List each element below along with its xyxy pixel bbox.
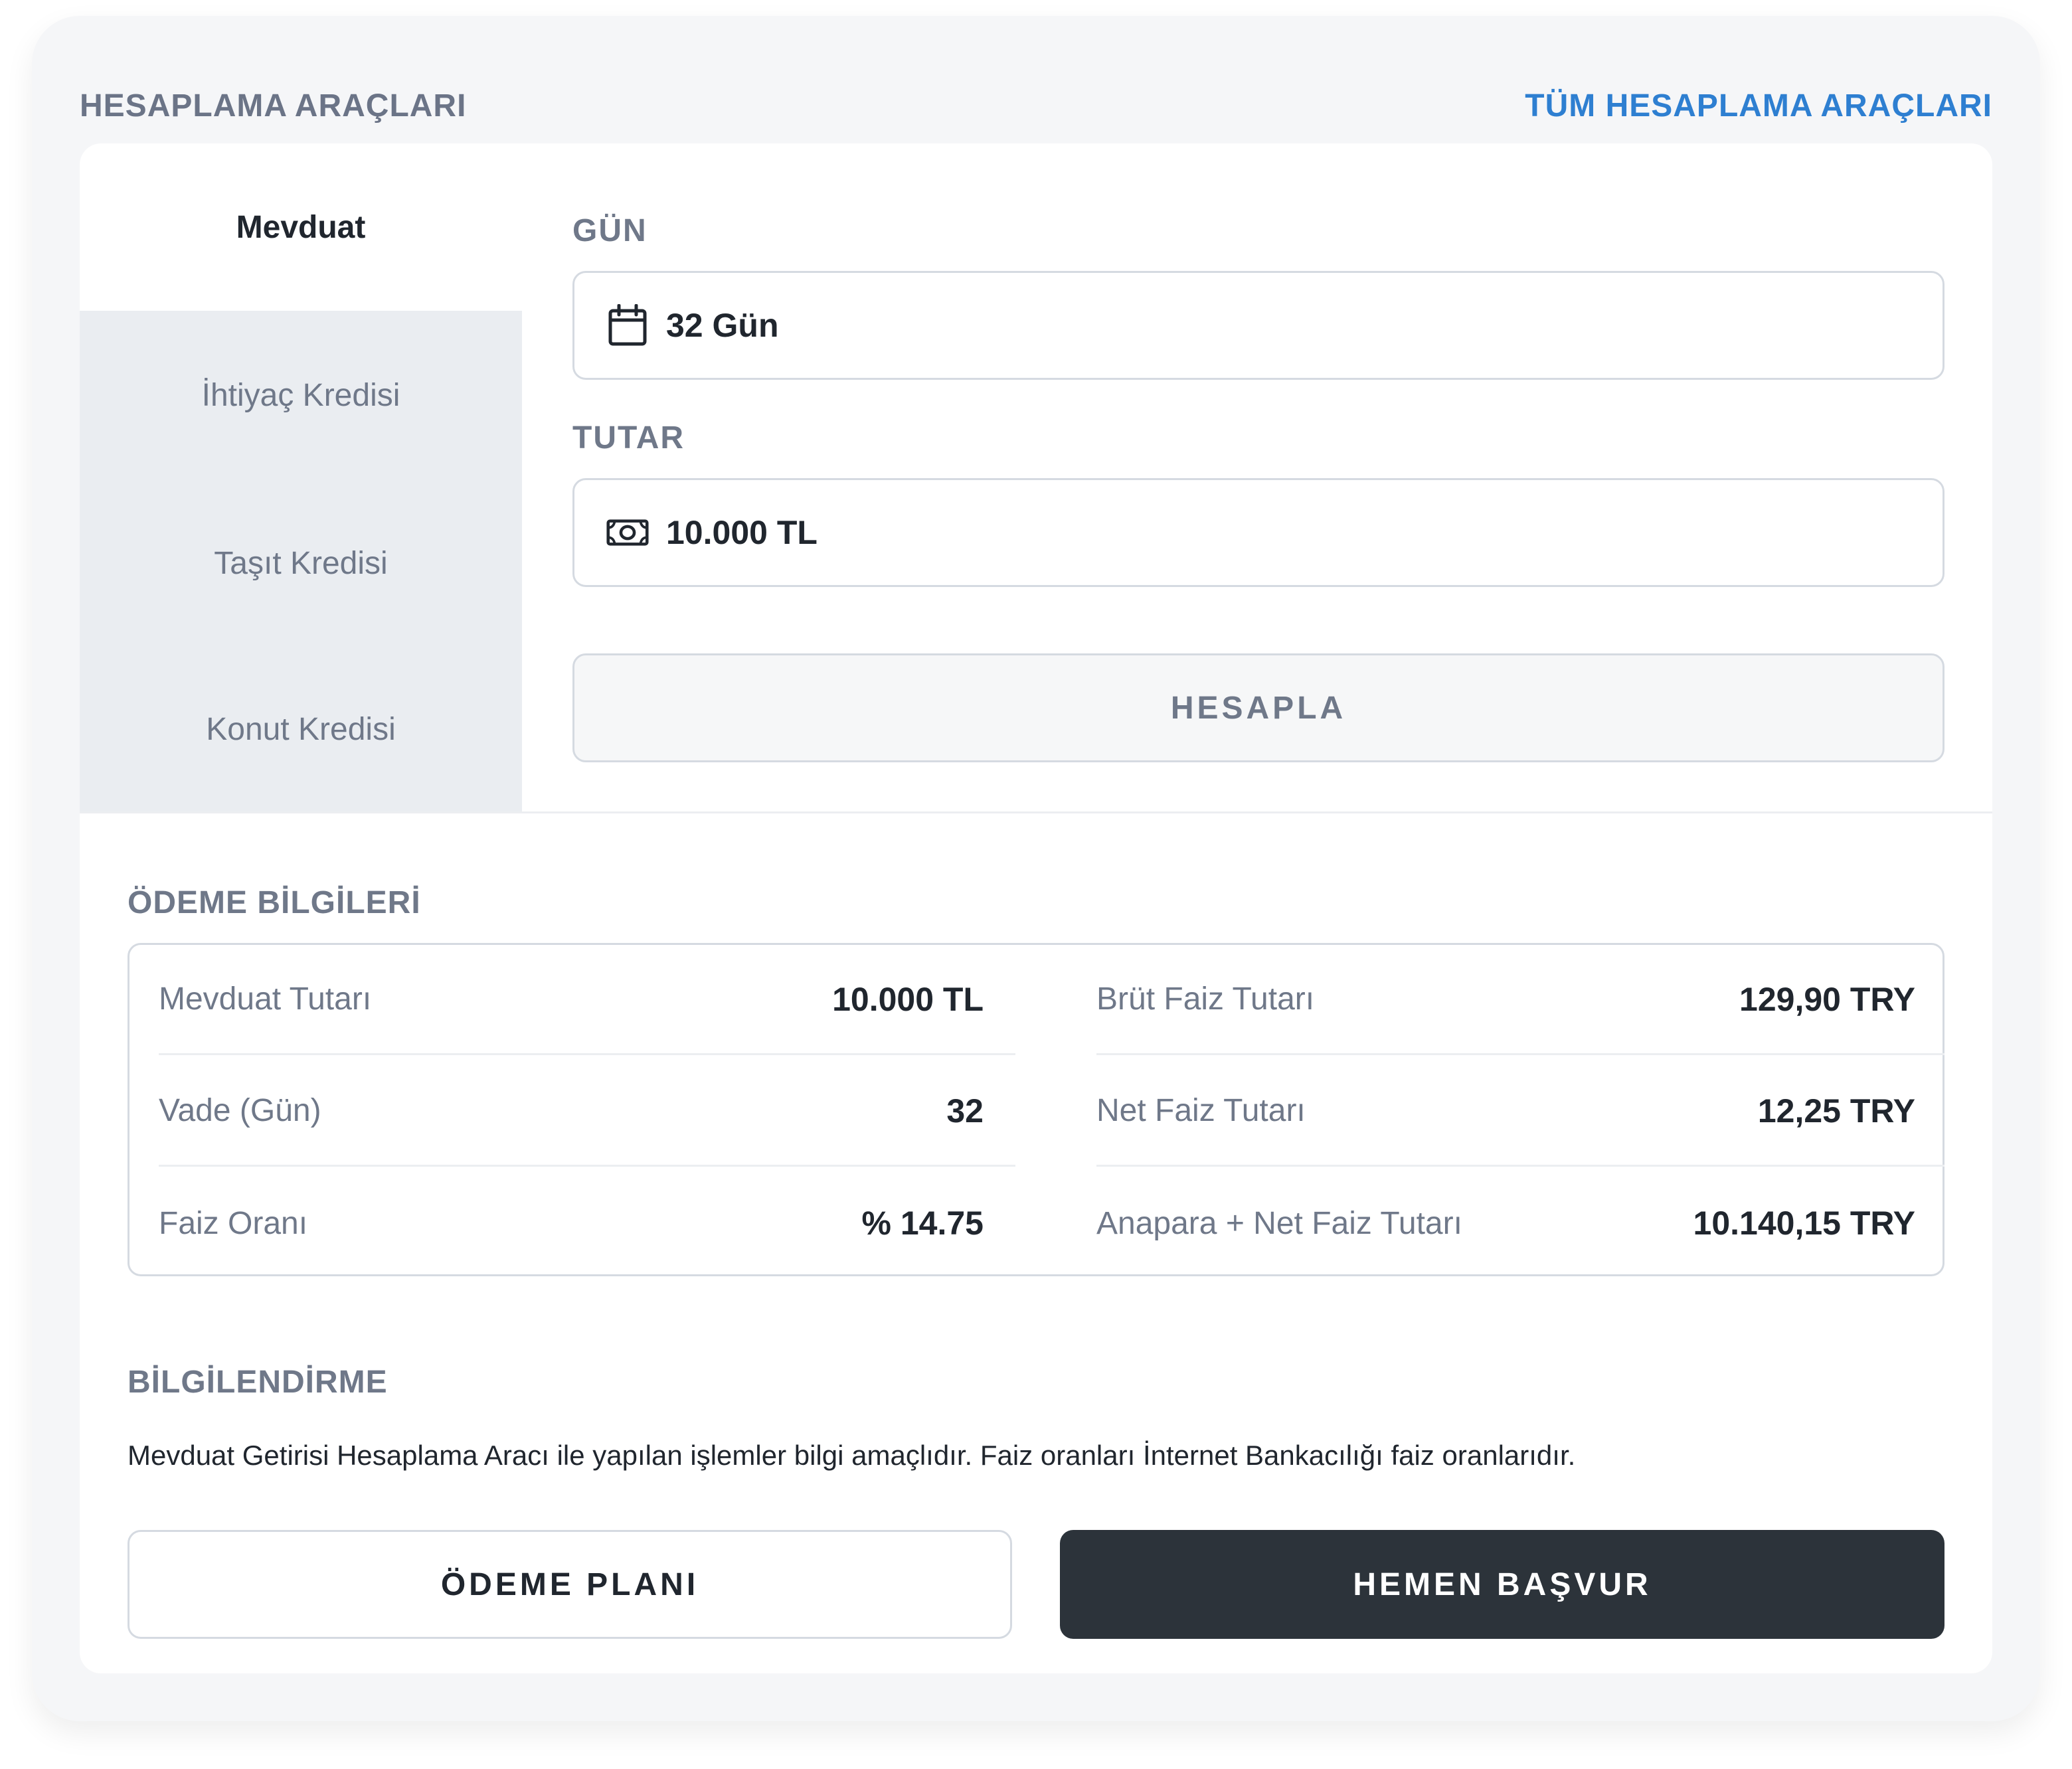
amount-value: 10.000 TL	[666, 514, 818, 551]
divider	[80, 811, 1992, 813]
tab-konut-kredisi[interactable]: Konut Kredisi	[80, 647, 522, 811]
result-label: Faiz Oranı	[159, 1205, 308, 1241]
result-label: Anapara + Net Faiz Tutarı	[1096, 1205, 1462, 1241]
info-text: Mevduat Getirisi Hesaplama Aracı ile yap…	[128, 1440, 1576, 1471]
result-row: Vade (Gün) 32	[159, 1056, 1015, 1167]
tab-ihtiyac-kredisi[interactable]: İhtiyaç Kredisi	[80, 311, 522, 479]
calculator-widget: HESAPLAMA ARAÇLARI TÜM HESAPLAMA ARAÇLAR…	[32, 16, 2040, 1721]
day-label: GÜN	[572, 213, 648, 248]
payment-plan-button[interactable]: ÖDEME PLANI	[128, 1530, 1012, 1639]
result-value: 10.000 TL	[832, 980, 984, 1018]
payment-info-table: Mevduat Tutarı 10.000 TL Vade (Gün) 32 F…	[128, 943, 1944, 1276]
all-tools-link[interactable]: TÜM HESAPLAMA ARAÇLARI	[1525, 88, 1992, 124]
result-value: 10.140,15 TRY	[1693, 1205, 1915, 1242]
result-label: Net Faiz Tutarı	[1096, 1093, 1306, 1128]
payment-info-title: ÖDEME BİLGİLERİ	[128, 885, 421, 920]
calculate-button[interactable]: HESAPLA	[572, 653, 1944, 762]
calculator-tabs: Mevduat İhtiyaç Kredisi Taşıt Kredisi Ko…	[80, 143, 522, 811]
money-icon	[606, 511, 649, 554]
result-label: Mevduat Tutarı	[159, 981, 372, 1017]
calculator-card: Mevduat İhtiyaç Kredisi Taşıt Kredisi Ko…	[80, 143, 1992, 1673]
result-row: Net Faiz Tutarı 12,25 TRY	[1096, 1056, 1944, 1167]
calendar-icon	[606, 304, 649, 347]
day-value: 32 Gün	[666, 307, 779, 344]
tab-mevduat[interactable]: Mevduat	[80, 143, 522, 311]
section-title: HESAPLAMA ARAÇLARI	[80, 88, 467, 124]
result-value: 32	[946, 1092, 984, 1130]
day-field[interactable]: 32 Gün	[572, 271, 1944, 380]
result-value: 129,90 TRY	[1739, 980, 1915, 1018]
amount-field[interactable]: 10.000 TL	[572, 478, 1944, 587]
amount-label: TUTAR	[572, 420, 685, 456]
result-label: Brüt Faiz Tutarı	[1096, 981, 1315, 1017]
result-row: Faiz Oranı % 14.75	[159, 1168, 1015, 1278]
result-row: Mevduat Tutarı 10.000 TL	[159, 945, 1015, 1055]
result-value: % 14.75	[861, 1205, 984, 1242]
apply-now-button[interactable]: HEMEN BAŞVUR	[1060, 1530, 1944, 1639]
result-row: Brüt Faiz Tutarı 129,90 TRY	[1096, 945, 1944, 1055]
result-row: Anapara + Net Faiz Tutarı 10.140,15 TRY	[1096, 1168, 1944, 1278]
info-title: BİLGİLENDİRME	[128, 1365, 388, 1400]
tab-tasit-kredisi[interactable]: Taşıt Kredisi	[80, 479, 522, 647]
result-label: Vade (Gün)	[159, 1093, 321, 1128]
result-value: 12,25 TRY	[1757, 1092, 1915, 1130]
